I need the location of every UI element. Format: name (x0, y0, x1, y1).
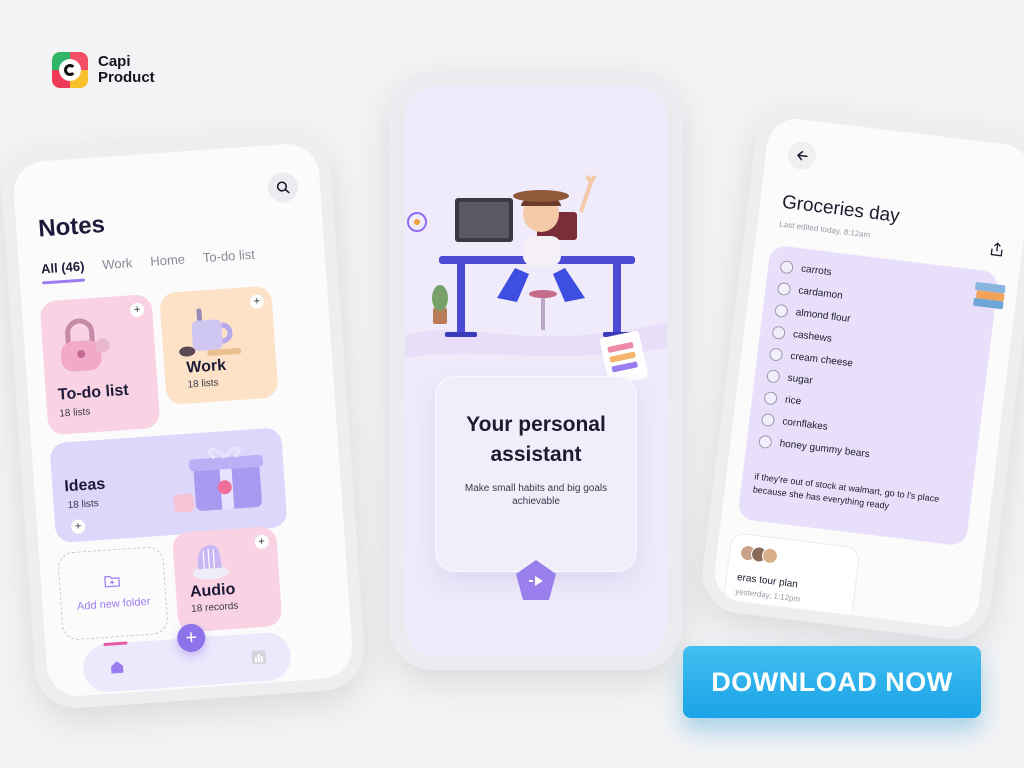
assistant-title: Your personal assistant (435, 410, 637, 470)
list-item[interactable]: cashews (771, 325, 832, 345)
add-work-button[interactable]: + (249, 294, 265, 310)
groceries-phone: Groceries day Last edited today, 8:12am … (698, 102, 1024, 644)
add-ideas-button[interactable]: + (70, 519, 86, 535)
tab-todo[interactable]: To-do list (202, 247, 255, 266)
assistant-card: Your personal assistant Make small habit… (435, 376, 637, 572)
checkbox[interactable] (763, 390, 778, 406)
page-title: Notes (37, 211, 106, 243)
books-icon (973, 282, 1006, 310)
item-label: rice (784, 394, 802, 408)
item-label: honey gummy bears (779, 438, 871, 461)
tab-all[interactable]: All (46) (41, 259, 85, 277)
search-icon (276, 181, 290, 194)
brand-name: Capi Product (98, 54, 155, 86)
groceries-screen: Groceries day Last edited today, 8:12am … (711, 115, 1024, 631)
list-item[interactable]: cornflakes (760, 412, 829, 434)
brand: Capi Product (52, 52, 155, 88)
list-item[interactable]: rice (763, 390, 802, 408)
notes-tabs: All (46) Work Home To-do list (41, 247, 256, 277)
list-item[interactable]: sugar (766, 369, 813, 388)
audio-count: 18 records (190, 600, 239, 615)
list-item[interactable]: carrots (779, 259, 833, 279)
grocery-list: carrots cardamon almond flour cashews cr… (737, 244, 1006, 547)
tab-home[interactable]: Home (150, 251, 186, 268)
ideas-count: 18 lists (67, 498, 100, 512)
download-now-button[interactable]: DOWNLOAD NOW (683, 646, 981, 718)
nav-indicator (103, 641, 128, 647)
folder-card-todo[interactable]: + To-do list 18 lists (39, 293, 161, 436)
checkbox[interactable] (771, 325, 786, 340)
notes-phone: Notes All (46) Work Home To-do list + To… (0, 129, 368, 711)
notes-screen: Notes All (46) Work Home To-do list + To… (11, 141, 355, 699)
item-label: cardamon (797, 285, 844, 302)
list-item[interactable]: honey gummy bears (758, 434, 871, 462)
item-label: cream cheese (789, 350, 854, 370)
gift-icon (173, 446, 264, 513)
add-folder-label: Add new folder (76, 595, 151, 613)
avatar (761, 546, 779, 565)
add-todo-button[interactable]: + (129, 302, 145, 318)
item-label: sugar (787, 372, 814, 387)
list-item[interactable]: cream cheese (768, 347, 854, 370)
harp-icon (192, 545, 229, 580)
checkbox[interactable] (758, 434, 773, 450)
item-label: carrots (800, 263, 833, 279)
mug-icon (179, 308, 242, 357)
folder-card-audio[interactable]: + Audio 18 records (171, 525, 283, 633)
add-audio-button[interactable]: + (254, 534, 270, 550)
item-label: almond flour (795, 307, 852, 325)
list-item[interactable]: almond flour (774, 303, 852, 326)
onboarding-phone: Your personal assistant Make small habit… (389, 72, 683, 670)
item-label: cornflakes (781, 416, 829, 433)
desk-illustration (405, 174, 667, 385)
checkbox[interactable] (774, 303, 789, 319)
next-button[interactable] (511, 556, 561, 606)
checkbox[interactable] (766, 369, 781, 384)
share-icon[interactable] (989, 241, 1005, 257)
brand-line1: Capi (98, 53, 131, 70)
item-label: cashews (792, 329, 833, 345)
list-item[interactable]: cardamon (776, 281, 844, 303)
folder-plus-icon (104, 575, 121, 588)
padlock-icon (61, 318, 110, 372)
tab-work[interactable]: Work (102, 255, 133, 272)
note-card-eras[interactable]: eras tour plan yesterday, 1:12pm (721, 531, 861, 630)
assistant-title-line1: Your personal (466, 413, 606, 436)
search-button[interactable] (267, 171, 300, 204)
collaborators (739, 544, 779, 565)
work-title: Work (185, 356, 227, 377)
folder-card-ideas[interactable]: Ideas 18 lists + (49, 427, 288, 544)
todo-title: To-do list (57, 381, 130, 404)
folder-card-work[interactable]: + Work 18 lists (159, 285, 279, 406)
back-button[interactable] (786, 140, 818, 172)
assistant-title-line2: assistant (490, 443, 582, 466)
capi-logo-icon (52, 52, 88, 88)
ideas-title: Ideas (63, 475, 106, 496)
checkbox[interactable] (768, 347, 784, 362)
work-count: 18 lists (187, 377, 220, 391)
grocery-note: if they're out of stock at walmart, go t… (752, 471, 940, 511)
audio-title: Audio (189, 580, 236, 601)
checkbox[interactable] (760, 412, 776, 428)
todo-count: 18 lists (58, 406, 91, 420)
brand-line2: Product (98, 69, 155, 86)
home-icon[interactable] (109, 659, 126, 676)
add-new-folder-button[interactable]: Add new folder (56, 545, 169, 641)
checkbox[interactable] (779, 259, 794, 275)
stats-icon[interactable] (250, 649, 267, 666)
checkbox[interactable] (776, 281, 792, 297)
arrow-left-icon (796, 151, 808, 161)
assistant-subtitle: Make small habits and big goals achievab… (464, 483, 608, 507)
onboarding-screen: Your personal assistant Make small habit… (405, 86, 667, 656)
